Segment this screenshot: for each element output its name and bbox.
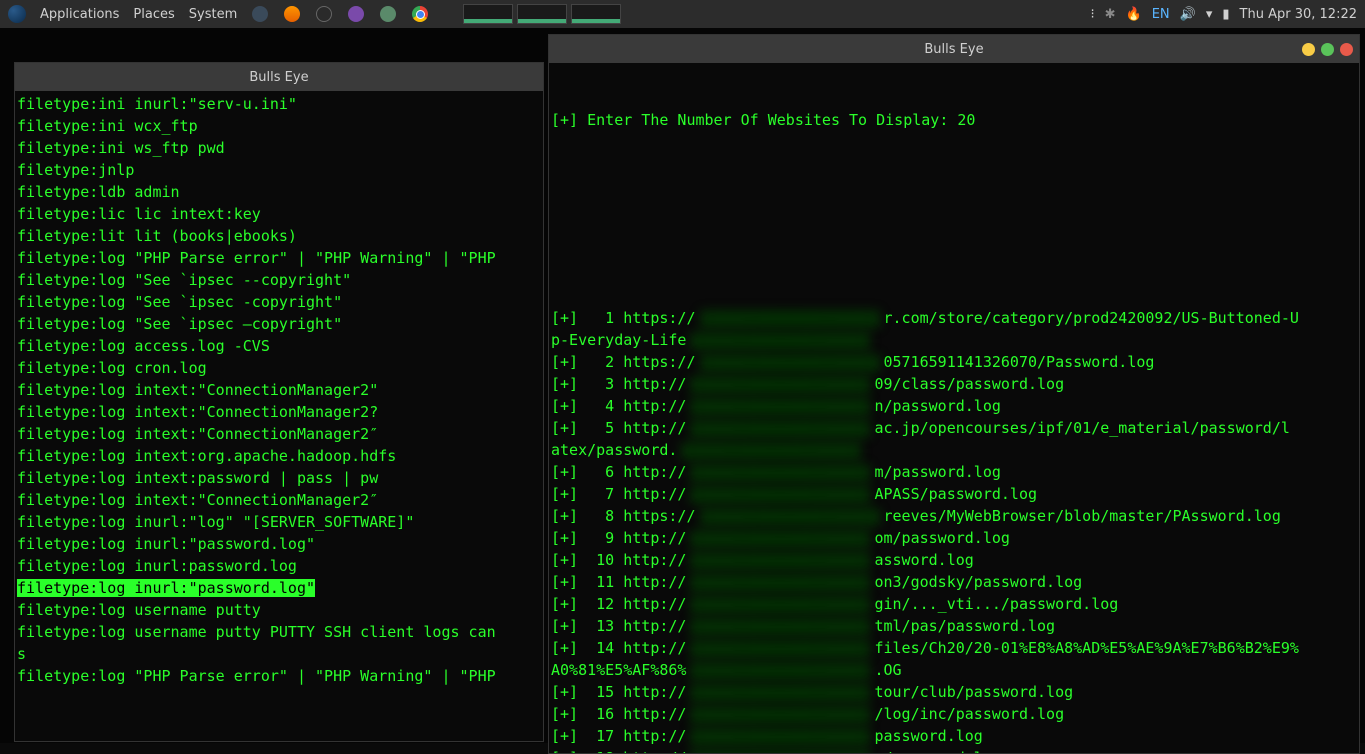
dork-line: filetype:log "See `ipsec —copyright" <box>15 313 543 335</box>
dork-line: filetype:log intext:password | pass | pw <box>15 467 543 489</box>
dork-line: filetype:log intext:"ConnectionManager2″ <box>15 423 543 445</box>
window-title: Bulls Eye <box>924 42 983 57</box>
redacted-url-segment <box>700 508 880 526</box>
redacted-url-segment <box>690 706 870 724</box>
dork-line: filetype:ini wcx_ftp <box>15 115 543 137</box>
close-button[interactable] <box>1340 43 1353 56</box>
redacted-url-segment <box>700 310 880 328</box>
dork-line: filetype:log inurl:"password.log" <box>15 577 543 599</box>
dork-line: filetype:jnlp <box>15 159 543 181</box>
atom-icon[interactable] <box>379 5 397 23</box>
redacted-url-segment <box>690 750 870 754</box>
bluetooth-icon[interactable]: ✱ <box>1105 7 1116 22</box>
redacted-url-segment <box>690 530 870 548</box>
wifi-icon[interactable]: ▾ <box>1206 7 1213 22</box>
app-icon-1[interactable] <box>251 5 269 23</box>
redacted-url-segment <box>690 398 870 416</box>
result-line: [+] 2 https://05716591141326070/Password… <box>549 351 1359 373</box>
dork-line: filetype:log inurl:"log" "[SERVER_SOFTWA… <box>15 511 543 533</box>
result-line: [+] 12 http://gin/..._vti.../password.lo… <box>549 593 1359 615</box>
dork-line: filetype:log access.log -CVS <box>15 335 543 357</box>
menu-icon[interactable]: ⁝ <box>1090 7 1094 22</box>
redacted-url-segment <box>690 574 870 592</box>
dork-line: filetype:log intext:org.apache.hadoop.hd… <box>15 445 543 467</box>
result-line: [+] 14 http://files/Ch20/20-01%E8%A8%AD%… <box>549 637 1359 659</box>
distro-logo-icon[interactable] <box>8 5 26 23</box>
result-line: A0%81%E5%AF%86%.OG <box>549 659 1359 681</box>
result-line: p-Everyday-Life <box>549 329 1359 351</box>
redacted-url-segment <box>690 420 870 438</box>
terminal-window-right[interactable]: Bulls Eye [+] Enter The Number Of Websit… <box>548 34 1360 754</box>
dork-line: filetype:log cron.log <box>15 357 543 379</box>
window-title: Bulls Eye <box>249 70 308 85</box>
result-line: atex/password. <box>549 439 1359 461</box>
result-line: [+] 6 http://m/password.log <box>549 461 1359 483</box>
dork-line: filetype:lic lic intext:key <box>15 203 543 225</box>
minimize-button[interactable] <box>1302 43 1315 56</box>
firefox-icon[interactable] <box>283 5 301 23</box>
dork-line: filetype:log "See `ipsec --copyright" <box>15 269 543 291</box>
clock: Thu Apr 30, 12:22 <box>1240 7 1357 22</box>
redacted-url-segment <box>690 376 870 394</box>
menu-system[interactable]: System <box>189 7 237 22</box>
result-line: [+] 4 http://n/password.log <box>549 395 1359 417</box>
menu-applications[interactable]: Applications <box>40 7 119 22</box>
result-line: [+] 9 http://om/password.log <box>549 527 1359 549</box>
terminal-output-right: [+] Enter The Number Of Websites To Disp… <box>549 63 1359 754</box>
dork-line: filetype:log username putty PUTTY SSH cl… <box>15 621 543 643</box>
result-line: [+] 18 http://n/password.log <box>549 747 1359 754</box>
battery-icon[interactable]: ▮ <box>1222 7 1229 22</box>
dork-line: filetype:log intext:"ConnectionManager2" <box>15 379 543 401</box>
result-line: [+] 15 http://tour/club/password.log <box>549 681 1359 703</box>
result-line: [+] 11 http://on3/godsky/password.log <box>549 571 1359 593</box>
redacted-url-segment <box>690 618 870 636</box>
redacted-url-segment <box>700 354 880 372</box>
menu-places[interactable]: Places <box>133 7 174 22</box>
result-line: [+] 3 http://09/class/password.log <box>549 373 1359 395</box>
redacted-url-segment <box>690 552 870 570</box>
redacted-url-segment <box>690 486 870 504</box>
redacted-url-segment <box>690 596 870 614</box>
dork-line: filetype:log "See `ipsec -copyright" <box>15 291 543 313</box>
editor-icon[interactable] <box>347 5 365 23</box>
titlebar-right[interactable]: Bulls Eye <box>549 35 1359 63</box>
dork-line: filetype:ldb admin <box>15 181 543 203</box>
redacted-url-segment <box>690 464 870 482</box>
dork-line: filetype:log intext:"ConnectionManager2″ <box>15 489 543 511</box>
result-line: [+] 8 https://reeves/MyWebBrowser/blob/m… <box>549 505 1359 527</box>
terminal-icon[interactable] <box>315 5 333 23</box>
terminal-window-left[interactable]: Bulls Eye filetype:ini inurl:"serv-u.ini… <box>14 62 544 742</box>
volume-icon[interactable]: 🔊 <box>1180 7 1196 22</box>
dork-line: filetype:log inurl:password.log <box>15 555 543 577</box>
dork-line: filetype:ini inurl:"serv-u.ini" <box>15 93 543 115</box>
taskbar: Applications Places System ⁝ ✱ 🔥 EN 🔊 ▾ … <box>0 0 1365 28</box>
dork-line: filetype:log username putty <box>15 599 543 621</box>
titlebar-left[interactable]: Bulls Eye <box>15 63 543 91</box>
dork-line: filetype:log "PHP Parse error" | "PHP Wa… <box>15 665 543 687</box>
result-line: [+] 5 http://ac.jp/opencourses/ipf/01/e_… <box>549 417 1359 439</box>
dork-line: filetype:log "PHP Parse error" | "PHP Wa… <box>15 247 543 269</box>
dork-line: filetype:ini ws_ftp pwd <box>15 137 543 159</box>
redacted-url-segment <box>690 684 870 702</box>
result-line: [+] 13 http://tml/pas/password.log <box>549 615 1359 637</box>
terminal-output-left: filetype:ini inurl:"serv-u.ini"filetype:… <box>15 91 543 689</box>
result-line: [+] 10 http://assword.log <box>549 549 1359 571</box>
dork-line: filetype:log intext:"ConnectionManager2? <box>15 401 543 423</box>
result-line: [+] 16 http:///log/inc/password.log <box>549 703 1359 725</box>
fire-icon[interactable]: 🔥 <box>1126 7 1142 22</box>
result-line: [+] 17 http://password.log <box>549 725 1359 747</box>
maximize-button[interactable] <box>1321 43 1334 56</box>
redacted-url-segment <box>690 640 870 658</box>
keyboard-lang[interactable]: EN <box>1152 7 1170 22</box>
result-line: [+] 7 http://APASS/password.log <box>549 483 1359 505</box>
system-monitor <box>463 4 621 24</box>
chrome-icon[interactable] <box>411 5 429 23</box>
dork-line: filetype:log inurl:"password.log" <box>15 533 543 555</box>
dork-line: s <box>15 643 543 665</box>
prompt-line: [+] Enter The Number Of Websites To Disp… <box>549 109 1359 131</box>
desktop: Bulls Eye filetype:ini inurl:"serv-u.ini… <box>0 28 1365 743</box>
result-line: [+] 1 https://r.com/store/category/prod2… <box>549 307 1359 329</box>
dork-line: filetype:lit lit (books|ebooks) <box>15 225 543 247</box>
